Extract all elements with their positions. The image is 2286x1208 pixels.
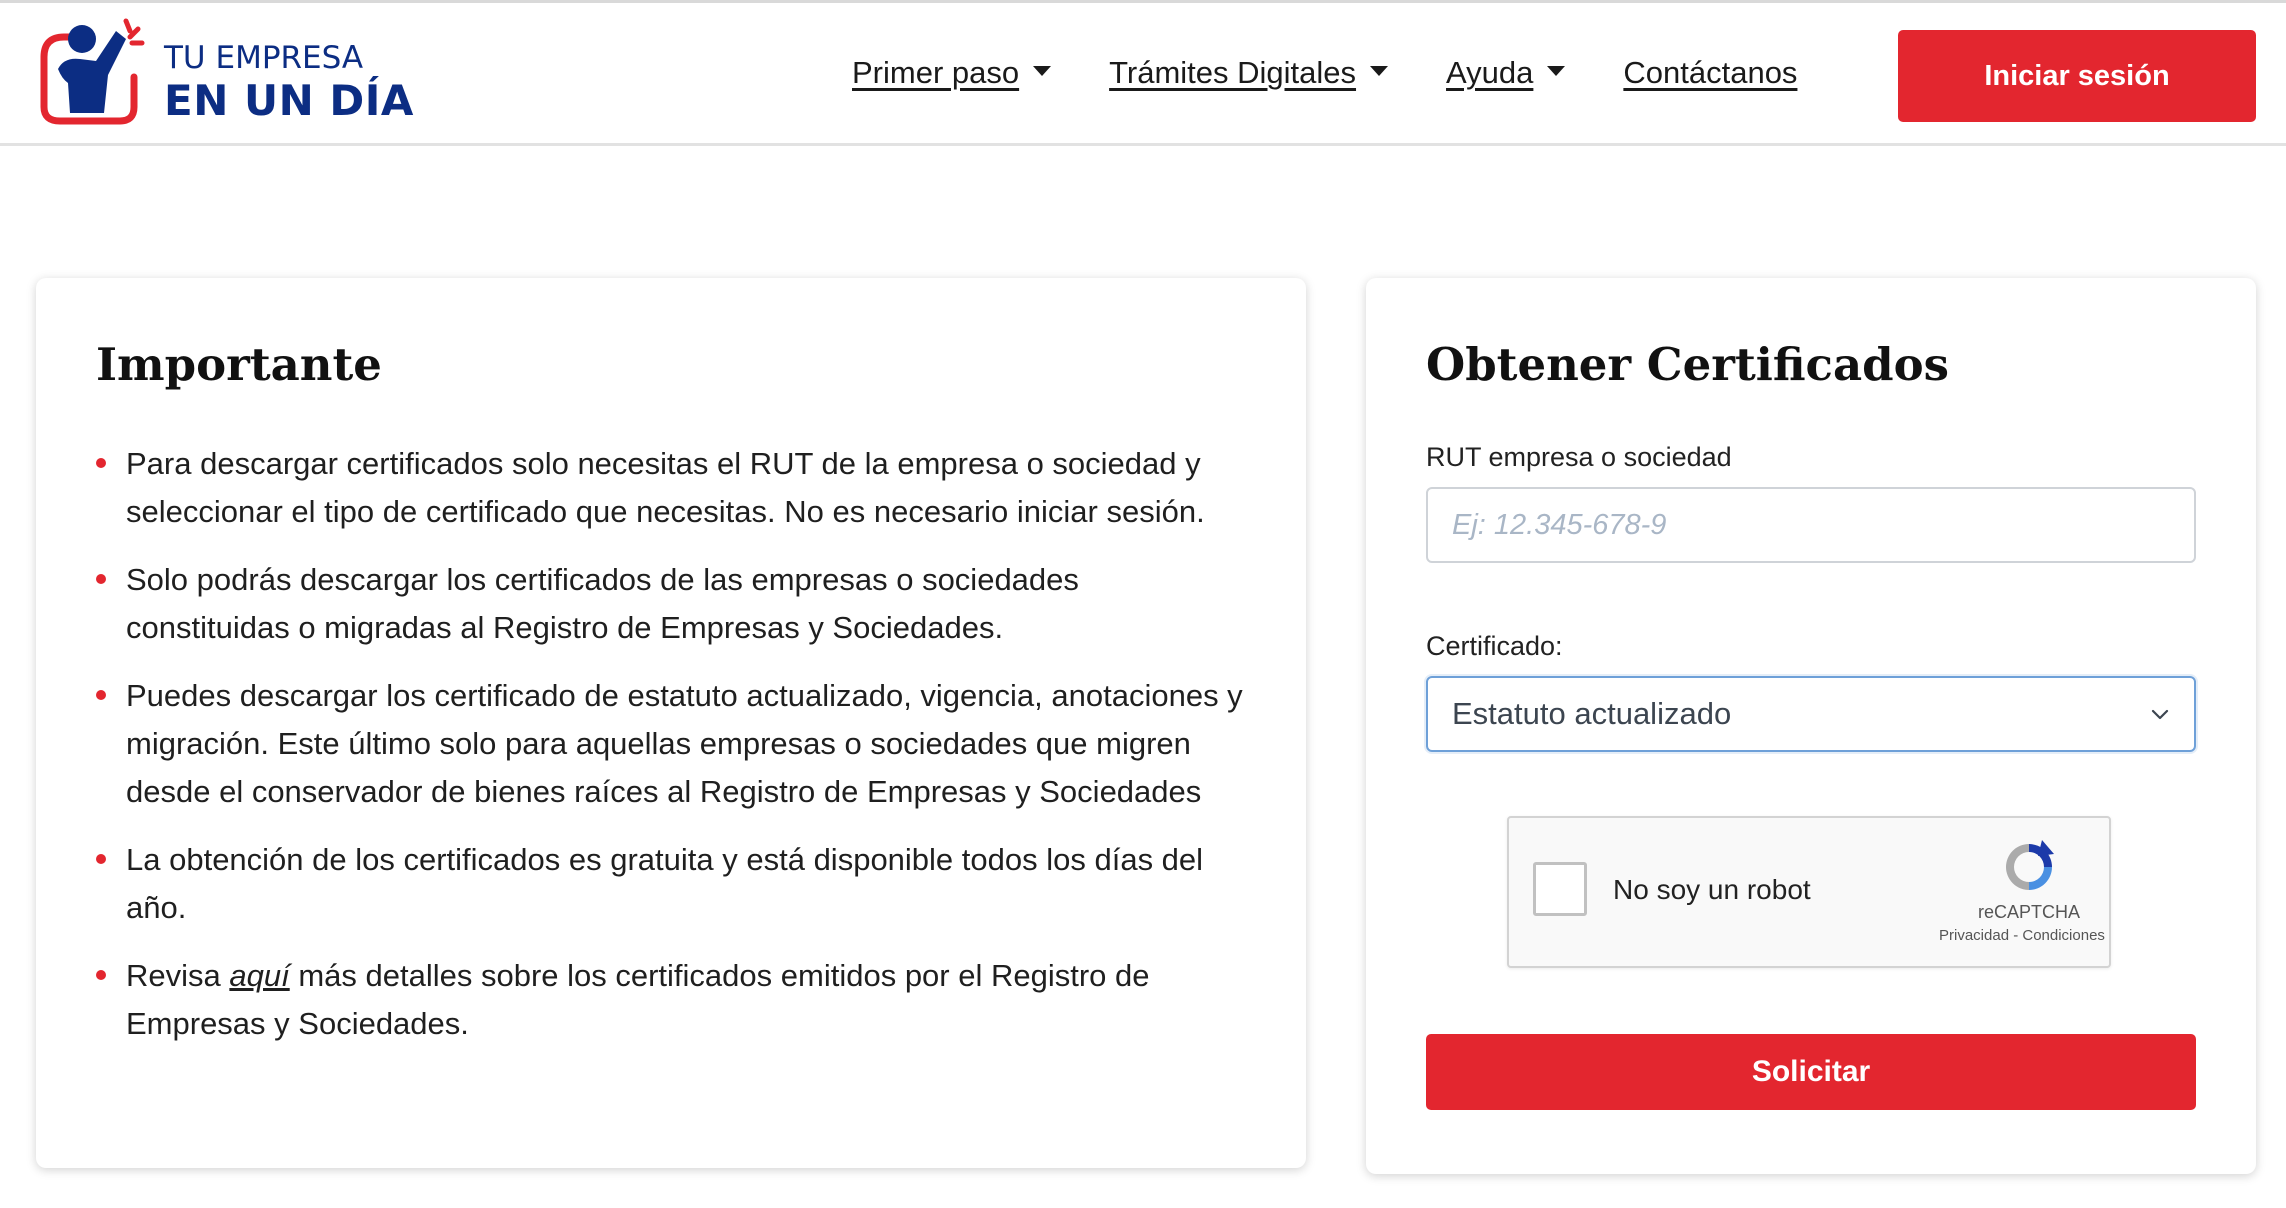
- list-item-text: Puedes descargar los certificado de esta…: [126, 678, 1243, 809]
- nav-primer-paso[interactable]: Primer paso: [852, 55, 1052, 91]
- solicitar-button[interactable]: Solicitar: [1426, 1034, 2196, 1110]
- bullet-icon: [96, 690, 106, 700]
- site-header: TU EMPRESA EN UN DÍA Primer paso Trámite…: [0, 0, 2286, 146]
- list-item: La obtención de los certificados es grat…: [96, 836, 1246, 932]
- caret-down-icon: [1547, 66, 1566, 76]
- bullet-icon: [96, 970, 106, 980]
- important-list: Para descargar certificados solo necesit…: [96, 440, 1246, 1048]
- logo-line2: EN UN DÍA: [164, 76, 414, 125]
- logo-line1: TU EMPRESA: [164, 40, 364, 76]
- logo-text: TU EMPRESA EN UN DÍA: [164, 43, 414, 122]
- nav-tramites-digitales[interactable]: Trámites Digitales: [1109, 55, 1389, 91]
- form-title: Obtener Certificados: [1426, 338, 1949, 391]
- recaptcha-label: No soy un robot: [1613, 874, 1811, 905]
- chevron-down-icon: [2151, 709, 2169, 720]
- site-logo[interactable]: TU EMPRESA EN UN DÍA: [34, 17, 414, 127]
- certificate-selected-value: Estatuto actualizado: [1452, 696, 1732, 731]
- bullet-icon: [96, 458, 106, 468]
- list-item: Revisa aquí más detalles sobre los certi…: [96, 952, 1246, 1048]
- nav-label: Primer paso: [852, 55, 1020, 90]
- recaptcha-brand: reCAPTCHA: [1977, 902, 2080, 922]
- list-item: Puedes descargar los certificado de esta…: [96, 672, 1246, 816]
- main-nav: Primer paso Trámites Digitales Ayuda Con…: [852, 55, 1797, 91]
- bullet-icon: [96, 854, 106, 864]
- nav-label: Ayuda: [1446, 55, 1534, 90]
- rut-input[interactable]: [1426, 487, 2196, 563]
- nav-ayuda[interactable]: Ayuda: [1446, 55, 1566, 91]
- list-item: Solo podrás descargar los certificados d…: [96, 556, 1246, 652]
- recaptcha-widget: No soy un robot reCAPTCHA Privacidad - C…: [1507, 816, 2111, 968]
- important-title: Importante: [96, 338, 382, 391]
- caret-down-icon: [1370, 66, 1389, 76]
- important-card: Importante Para descargar certificados s…: [36, 278, 1306, 1168]
- bullet-icon: [96, 574, 106, 584]
- login-button[interactable]: Iniciar sesión: [1898, 30, 2256, 122]
- list-item-text: Para descargar certificados solo necesit…: [126, 446, 1205, 529]
- list-item: Para descargar certificados solo necesit…: [96, 440, 1246, 536]
- certificate-label: Certificado:: [1426, 631, 1563, 661]
- logo-icon: [40, 18, 145, 125]
- list-item-text: La obtención de los certificados es grat…: [126, 842, 1204, 925]
- certificate-select[interactable]: Estatuto actualizado: [1426, 676, 2196, 752]
- nav-contactanos[interactable]: Contáctanos: [1623, 55, 1797, 91]
- details-link[interactable]: aquí: [229, 958, 289, 993]
- rut-label: RUT empresa o sociedad: [1426, 442, 1732, 472]
- caret-down-icon: [1033, 66, 1052, 76]
- nav-label: Contáctanos: [1623, 55, 1798, 90]
- recaptcha-checkbox[interactable]: [1533, 862, 1587, 916]
- list-item-prefix: Revisa: [126, 958, 230, 993]
- nav-label: Trámites Digitales: [1109, 55, 1357, 90]
- recaptcha-terms-link[interactable]: Privacidad - Condiciones: [1939, 927, 2105, 944]
- recaptcha-icon: [2006, 840, 2054, 890]
- recaptcha-logo: reCAPTCHA Privacidad - Condiciones: [1939, 836, 2105, 944]
- list-item-text: Solo podrás descargar los certificados d…: [126, 562, 1079, 645]
- certificate-form-card: Obtener Certificados RUT empresa o socie…: [1366, 278, 2256, 1174]
